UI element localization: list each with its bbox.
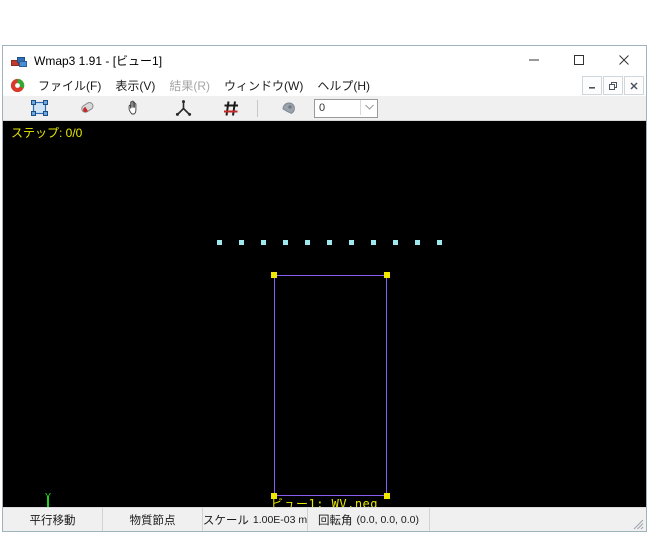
maximize-icon[interactable] <box>556 46 601 74</box>
status-rotation-label: 回転角 <box>318 514 353 527</box>
node-dot <box>415 240 420 245</box>
document-icon[interactable] <box>10 78 25 93</box>
chevron-down-icon[interactable] <box>360 99 377 115</box>
mouse-pointer-icon[interactable] <box>63 97 111 120</box>
status-rotation-cell: 回転角 (0.0, 0.0, 0.0) <box>308 508 430 531</box>
result-arrow-icon <box>264 97 312 120</box>
rotate-axes-icon[interactable] <box>159 97 207 120</box>
status-scale-value: 1.00E-03 m <box>252 513 308 526</box>
status-mode-label: 平行移動 <box>29 514 76 527</box>
node-dot <box>349 240 354 245</box>
menu-results: 結果(R) <box>169 78 210 93</box>
node-dot <box>239 240 244 245</box>
mdi-window-controls <box>581 76 644 95</box>
menu-bar: ファイル(F) 表示(V) 結果(R) ウィンドウ(W) ヘルプ(H) <box>3 74 646 96</box>
mdi-restore-icon[interactable] <box>603 76 623 95</box>
status-mode-cell: 平行移動 <box>3 508 103 531</box>
toolbar: 0 <box>3 96 646 121</box>
node-dot <box>393 240 398 245</box>
corner-handle[interactable] <box>384 272 390 278</box>
view-caption: ビュー1: WV.neg <box>270 497 379 507</box>
app-blocks-icon <box>11 52 27 68</box>
viewport-canvas[interactable]: ステップ: 0/0 Y ビュー1: WV.neg <box>3 121 646 507</box>
close-icon[interactable] <box>601 46 646 74</box>
title-bar[interactable]: Wmap3 1.91 - [ビュー1] <box>3 46 646 74</box>
resize-grip-icon[interactable] <box>631 517 644 530</box>
step-combo-box[interactable]: 0 <box>314 98 378 118</box>
status-rotation-value: (0.0, 0.0, 0.0) <box>356 513 419 526</box>
menu-view[interactable]: 表示(V) <box>108 75 162 96</box>
mdi-minimize-icon[interactable] <box>582 76 602 95</box>
toolbar-separator <box>257 99 258 117</box>
node-dot <box>437 240 442 245</box>
menu-help[interactable]: ヘルプ(H) <box>310 75 377 96</box>
step-combo-value: 0 <box>319 102 326 114</box>
status-bar: 平行移動 物質節点 スケール 1.00E-03 m 回転角 (0.0, 0.0,… <box>3 507 646 531</box>
geometry-rectangle[interactable] <box>271 272 390 499</box>
menu-window[interactable]: ウィンドウ(W) <box>217 75 310 96</box>
node-dot <box>327 240 332 245</box>
status-spare-cell <box>430 508 646 531</box>
corner-handle[interactable] <box>271 272 277 278</box>
node-dot <box>283 240 288 245</box>
step-status-text: ステップ: 0/0 <box>11 126 83 140</box>
status-target-label: 物質節点 <box>129 514 176 527</box>
mdi-close-icon[interactable] <box>624 76 644 95</box>
status-scale-label: スケール <box>202 514 249 527</box>
node-dot <box>305 240 310 245</box>
window-controls <box>511 46 646 74</box>
pan-hand-icon[interactable] <box>111 97 159 120</box>
status-scale-cell: スケール 1.00E-03 m <box>203 508 308 531</box>
minimize-icon[interactable] <box>511 46 556 74</box>
grid-hash-icon[interactable] <box>207 97 255 120</box>
node-dot <box>371 240 376 245</box>
node-dot <box>217 240 222 245</box>
node-dot <box>261 240 266 245</box>
status-target-cell: 物質節点 <box>103 508 203 531</box>
menu-file[interactable]: ファイル(F) <box>31 75 108 96</box>
application-window: Wmap3 1.91 - [ビュー1] ファイル(F) 表示(V) 結果(R) … <box>2 45 647 532</box>
window-title: Wmap3 1.91 - [ビュー1] <box>34 53 163 68</box>
select-rectangle-icon[interactable] <box>15 97 63 120</box>
